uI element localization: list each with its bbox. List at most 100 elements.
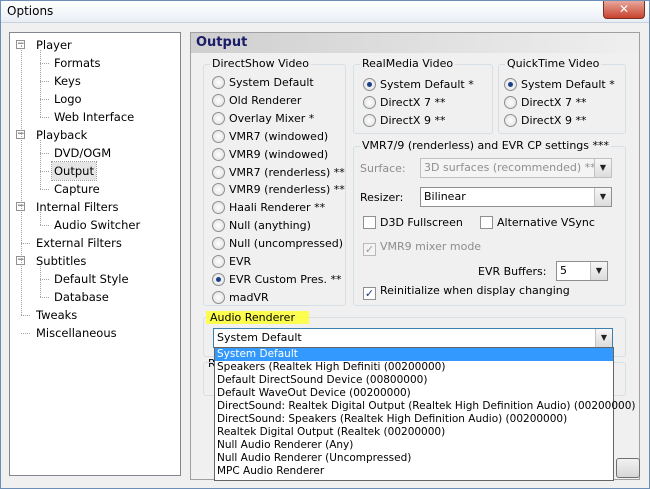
resizer-value: Bilinear: [424, 190, 466, 203]
tree-item[interactable]: Miscellaneous: [10, 324, 180, 342]
tree-item-label: Playback: [36, 128, 88, 142]
radio-button[interactable]: [212, 183, 225, 197]
evr-buffers-select[interactable]: 5 ▼: [556, 261, 608, 281]
checkmark-icon[interactable]: ✓: [363, 287, 376, 300]
directshow-option[interactable]: Overlay Mixer *: [212, 111, 314, 127]
radio-button[interactable]: [212, 76, 225, 89]
audio-renderer-select[interactable]: System Default ▼: [213, 328, 613, 348]
tree-connector: [40, 266, 41, 297]
radio-button[interactable]: [212, 272, 225, 286]
radio-button[interactable]: [363, 96, 376, 109]
resizer-select[interactable]: Bilinear ▼: [420, 187, 612, 207]
tree-item[interactable]: Formats: [10, 54, 180, 72]
realmedia-option[interactable]: System Default *: [363, 77, 474, 93]
tree-item[interactable]: Tweaks: [10, 306, 180, 324]
dropdown-option[interactable]: Null Audio Renderer (Uncompressed): [215, 452, 613, 465]
tree-item[interactable]: Default Style: [10, 270, 180, 288]
radio-button[interactable]: [212, 237, 225, 251]
radio-button[interactable]: [504, 114, 517, 127]
alternative-vsync-checkbox[interactable]: Alternative VSync: [480, 215, 595, 231]
directshow-option[interactable]: Null (anything): [212, 218, 311, 234]
realmedia-option[interactable]: DirectX 9 **: [363, 113, 445, 129]
radio-button[interactable]: [212, 93, 225, 107]
tree-connector: [40, 212, 41, 225]
directshow-option[interactable]: System Default: [212, 75, 314, 91]
tree-item[interactable]: − Playback: [10, 126, 180, 144]
radio-button[interactable]: [212, 147, 225, 161]
radio-button[interactable]: [212, 201, 225, 215]
directshow-option[interactable]: VMR9 (renderless) **: [212, 182, 345, 198]
quicktime-option[interactable]: DirectX 7 **: [504, 95, 586, 111]
radio-button[interactable]: [504, 96, 517, 109]
radio-button[interactable]: [212, 111, 225, 125]
radio-button[interactable]: [504, 78, 517, 91]
close-button[interactable]: ✕: [603, 1, 645, 19]
tree-item-label: Miscellaneous: [36, 326, 117, 340]
directshow-option[interactable]: VMR7 (windowed): [212, 129, 328, 145]
ok-button[interactable]: [616, 458, 640, 478]
dropdown-option[interactable]: Default WaveOut Device (00200000): [215, 387, 613, 400]
option-label: Old Renderer: [229, 93, 302, 107]
tree-item[interactable]: Keys: [10, 72, 180, 90]
tree-item[interactable]: − Internal Filters: [10, 198, 180, 216]
tree-item[interactable]: − Subtitles: [10, 252, 180, 270]
radio-button[interactable]: [212, 255, 225, 268]
reinitialize-checkbox[interactable]: ✓ Reinitialize when display changing: [363, 283, 570, 300]
dropdown-option[interactable]: Realtek Digital Output (Realtek (0020000…: [215, 426, 613, 439]
radio-button[interactable]: [212, 165, 225, 179]
realmedia-option[interactable]: DirectX 7 **: [363, 95, 445, 111]
chevron-down-icon[interactable]: ▼: [595, 329, 612, 347]
dropdown-option[interactable]: Default DirectSound Device (00800000): [215, 374, 613, 387]
tree-item[interactable]: Web Interface: [10, 108, 180, 126]
radio-button[interactable]: [212, 219, 225, 233]
quicktime-option[interactable]: System Default *: [504, 77, 615, 93]
checkbox-box[interactable]: [480, 216, 493, 229]
evr-buffers-value: 5: [560, 264, 567, 277]
chevron-down-icon[interactable]: ▼: [590, 262, 607, 280]
tree-item[interactable]: Logo: [10, 90, 180, 108]
directshow-option[interactable]: Haali Renderer **: [212, 200, 325, 216]
option-label: DirectX 9 **: [380, 114, 446, 127]
chevron-down-icon[interactable]: ▼: [594, 188, 611, 206]
option-label: Null (anything): [229, 219, 311, 233]
close-icon[interactable]: ✕: [619, 2, 629, 16]
quicktime-option[interactable]: DirectX 9 **: [504, 113, 586, 129]
audio-renderer-dropdown-list[interactable]: System Default Speakers (Realtek High Def…: [214, 347, 636, 481]
directshow-option[interactable]: EVR Custom Pres. **: [212, 272, 341, 288]
checkbox-box[interactable]: [363, 216, 376, 229]
tree-connector: [40, 99, 49, 100]
panel-title: Output: [191, 33, 639, 53]
tree-connector: [40, 140, 41, 189]
tree-item[interactable]: External Filters: [10, 234, 180, 252]
directshow-option[interactable]: madVR: [212, 290, 269, 306]
chevron-down-icon[interactable]: ▼: [594, 159, 611, 177]
radio-button[interactable]: [363, 78, 376, 91]
tree-item[interactable]: Capture: [10, 180, 180, 198]
tree-connector: [21, 315, 30, 316]
vmr9-mixer-mode-checkbox[interactable]: ✓ VMR9 mixer mode: [363, 239, 481, 256]
tree-item[interactable]: DVD/OGM: [10, 144, 180, 162]
directshow-option[interactable]: VMR9 (windowed): [212, 147, 328, 163]
checkmark-icon[interactable]: ✓: [363, 243, 376, 256]
options-tree[interactable]: − Player Formats Keys Logo Web Interface − Play…: [9, 32, 181, 476]
dropdown-option[interactable]: DirectSound: Speakers (Realtek High Defi…: [215, 413, 613, 426]
tree-connector: [40, 50, 41, 117]
tree-item[interactable]: Audio Switcher: [10, 216, 180, 234]
directshow-option[interactable]: VMR7 (renderless) **: [212, 165, 345, 181]
dropdown-option[interactable]: Null Audio Renderer (Any): [215, 439, 613, 452]
tree-item[interactable]: Database: [10, 288, 180, 306]
tree-item[interactable]: − Player: [10, 36, 180, 54]
directshow-option[interactable]: EVR: [212, 254, 251, 270]
directshow-option[interactable]: Null (uncompressed): [212, 236, 343, 252]
dropdown-option[interactable]: DirectSound: Realtek Digital Output (Rea…: [215, 400, 636, 413]
directshow-option[interactable]: Old Renderer: [212, 93, 301, 109]
surface-select[interactable]: 3D surfaces (recommended) *** ▼: [420, 158, 612, 178]
radio-button[interactable]: [212, 290, 225, 304]
d3d-fullscreen-checkbox[interactable]: D3D Fullscreen: [363, 215, 463, 231]
dropdown-option[interactable]: Speakers (Realtek High Definiti (0020000…: [215, 361, 613, 374]
radio-button[interactable]: [212, 129, 225, 143]
dropdown-option[interactable]: System Default: [215, 348, 613, 361]
radio-button[interactable]: [363, 114, 376, 127]
dropdown-option[interactable]: MPC Audio Renderer: [215, 465, 613, 478]
tree-item[interactable]: Output: [10, 161, 180, 181]
